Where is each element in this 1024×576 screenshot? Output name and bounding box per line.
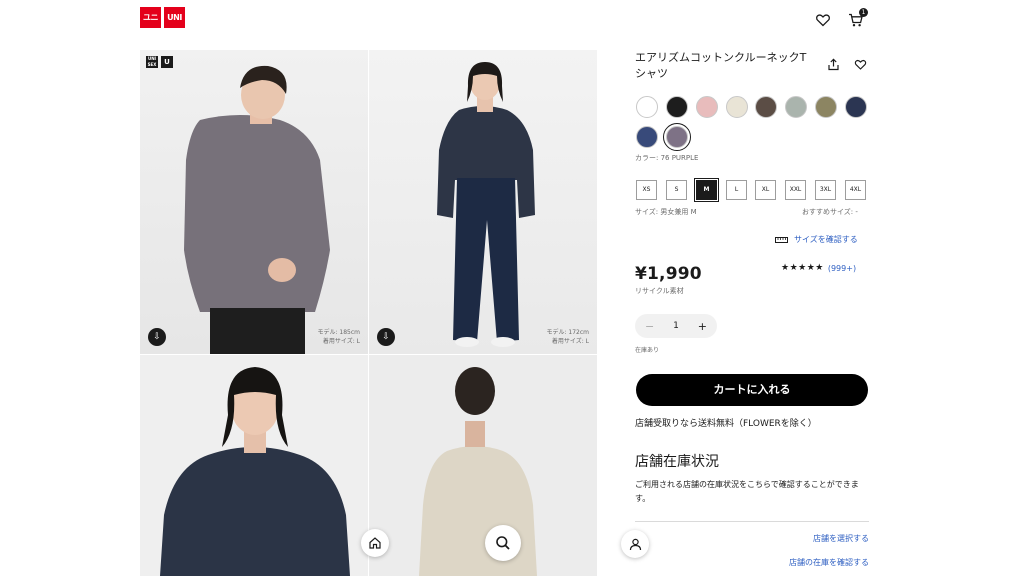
size-label: サイズ: 男女兼用 M (635, 208, 697, 216)
color-swatch-brown[interactable] (755, 96, 777, 118)
price: ¥1,990 (635, 264, 702, 284)
product-photo-2[interactable]: ⇩ モデル: 172cm 着用サイズ: L (369, 50, 597, 354)
product-photo-3[interactable] (140, 355, 368, 576)
title-actions (827, 56, 867, 75)
review-count: (999+) (827, 263, 857, 273)
share-icon[interactable] (827, 56, 840, 75)
model-height: モデル: 185cm (317, 329, 360, 336)
product-info: エアリズムコットンクルーネックTシャツ (635, 50, 869, 82)
size-option-xs[interactable]: XS (636, 180, 657, 200)
size-option-3xl[interactable]: 3XL (815, 180, 836, 200)
worn-size: 着用サイズ: L (551, 338, 589, 345)
model-illustration (419, 367, 537, 576)
model-illustration (160, 367, 350, 576)
u-badge: U (161, 56, 173, 68)
size-check-text: サイズを確認する (794, 235, 858, 244)
size-check-link[interactable]: サイズを確認する (775, 234, 858, 245)
color-swatch-black[interactable] (666, 96, 688, 118)
stock-status: 在庫あり (635, 347, 660, 354)
decrease-button[interactable]: − (645, 320, 654, 333)
logo-block: ユニ (140, 7, 161, 28)
logo-block: UNI (164, 7, 185, 28)
size-option-xxl[interactable]: XXL (785, 180, 806, 200)
color-swatch-pink[interactable] (696, 96, 718, 118)
quantity-value[interactable]: 1 (673, 321, 679, 331)
color-swatch-olive[interactable] (815, 96, 837, 118)
heart-icon[interactable] (815, 12, 831, 28)
recycle-label: リサイクル素材 (635, 287, 684, 295)
color-label: カラー: 76 PURPLE (635, 154, 699, 162)
search-icon[interactable] (485, 525, 521, 561)
ruler-icon (775, 236, 788, 243)
size-option-s[interactable]: S (666, 180, 687, 200)
model-info: モデル: 172cm 着用サイズ: L (546, 328, 589, 346)
increase-button[interactable]: + (698, 320, 707, 333)
shipping-note: 店舗受取りなら送料無料（FLOWERを除く） (635, 419, 817, 429)
product-title: エアリズムコットンクルーネックTシャツ (635, 51, 807, 80)
recommended-size: おすすめサイズ: - (802, 208, 858, 216)
size-option-4xl[interactable]: 4XL (845, 180, 866, 200)
select-store-link[interactable]: 店舗を選択する (813, 533, 869, 544)
uniqlo-logo[interactable]: ユニ UNI (140, 7, 185, 28)
product-photo-4[interactable] (369, 355, 597, 576)
store-stock-heading: 店舗在庫状況 (635, 454, 719, 470)
add-to-cart-button[interactable]: カートに入れる (636, 374, 868, 406)
size-option-l[interactable]: L (726, 180, 747, 200)
color-swatch-blue[interactable] (636, 126, 658, 148)
color-swatch-purple[interactable] (663, 123, 691, 151)
color-swatch-white[interactable] (636, 96, 658, 118)
download-icon[interactable]: ⇩ (377, 328, 395, 346)
rating[interactable]: ★★★★★ (999+) (781, 263, 856, 273)
unisex-badge: UNI SEX (146, 56, 158, 68)
size-option-m[interactable]: M (694, 178, 719, 202)
check-store-stock-link[interactable]: 店舗の在庫を確認する (789, 557, 869, 568)
gender-badges: UNI SEX U (146, 56, 173, 68)
rating-stars: ★★★★★ (781, 263, 824, 273)
color-swatch-gray-green[interactable] (785, 96, 807, 118)
product-gallery: UNI SEX U ⇩ モデル: 185cm 着用サイズ: L ⇩ モデル: 1 (140, 50, 597, 576)
cart-icon[interactable]: 1 (848, 8, 868, 28)
color-swatch-cream[interactable] (726, 96, 748, 118)
color-swatch-navy[interactable] (845, 96, 867, 118)
store-stock-body: ご利用される店舗の在庫状況をこちらで確認することができます。 (635, 480, 859, 503)
model-info: モデル: 185cm 着用サイズ: L (317, 328, 360, 346)
home-icon[interactable] (361, 529, 389, 557)
model-illustration (184, 65, 330, 354)
product-photo-1[interactable]: UNI SEX U ⇩ モデル: 185cm 着用サイズ: L (140, 50, 368, 354)
size-option-xl[interactable]: XL (755, 180, 776, 200)
favorite-heart-icon[interactable] (854, 56, 867, 75)
product-page: ユニ UNI 1 UNI SEX U ⇩ モデル: 185cm 着用サイズ: L… (0, 0, 1024, 576)
divider (635, 521, 869, 522)
cart-count-badge: 1 (859, 8, 868, 17)
quantity-stepper: − 1 + (635, 314, 717, 338)
model-illustration (437, 62, 535, 347)
download-icon[interactable]: ⇩ (148, 328, 166, 346)
model-height: モデル: 172cm (546, 329, 589, 336)
user-icon[interactable] (621, 530, 649, 558)
worn-size: 着用サイズ: L (322, 338, 360, 345)
